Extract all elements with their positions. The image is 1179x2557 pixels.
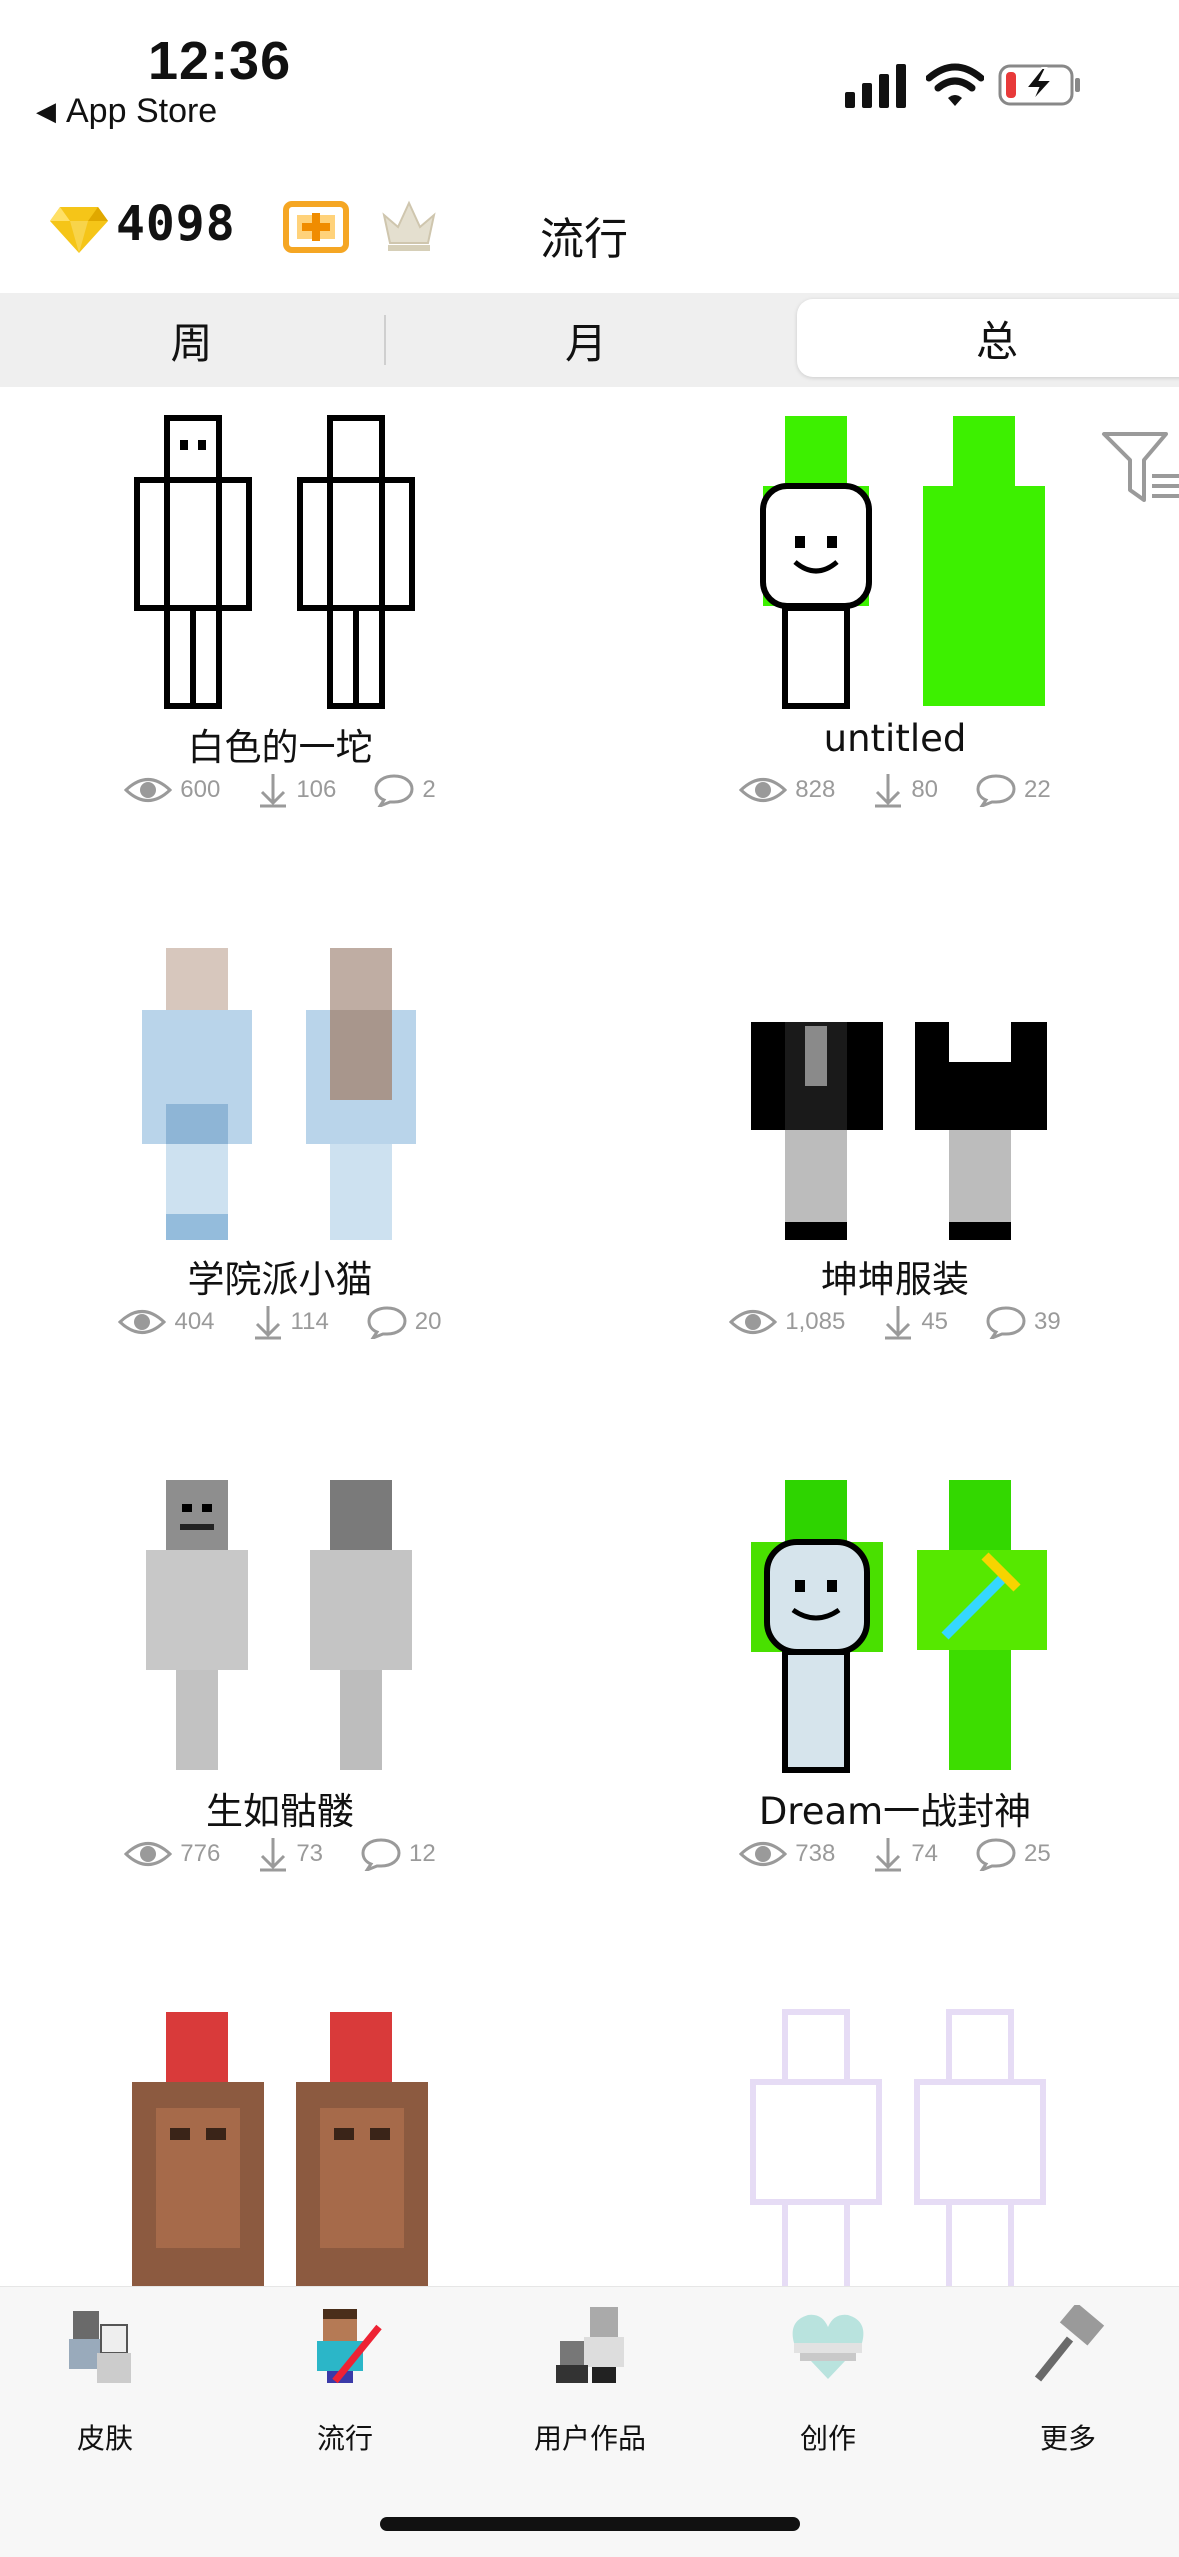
skin-preview [146,1480,412,1770]
skin-preview [134,415,415,709]
battery-charging-icon [998,64,1080,106]
nav-trending[interactable]: 流行 [245,2305,445,2475]
downloads-count: 106 [296,776,337,803]
nav-label: 流行 [316,2422,373,2455]
skin-card[interactable]: 学院派小猫 404 114 20 [30,944,530,1444]
nav-label: 用户作品 [533,2422,646,2455]
skin-card[interactable] [30,2008,530,2286]
downloads-count: 114 [290,1308,329,1335]
tab-month[interactable]: 月 [386,293,786,387]
nav-label: 更多 [1039,2422,1096,2455]
skin-preview [760,416,1045,709]
skin-stats: 828 80 22 [645,772,1145,808]
downloads-icon [258,1836,288,1872]
skin-name: Dream一战封神 [758,1790,1032,1833]
page-title: 流行 [540,214,628,265]
views-icon [124,775,172,805]
status-bar: 12:36 ◀ App Store [0,0,1179,150]
back-arrow-icon: ◀ [36,96,56,126]
heart-icon [792,2314,864,2379]
views-count: 776 [180,1840,221,1867]
views-icon [124,1839,172,1869]
views-count: 404 [174,1308,215,1335]
views-count: 1,085 [785,1308,846,1335]
nav-more[interactable]: 更多 [968,2305,1168,2475]
comments-icon [976,1837,1016,1871]
hammer-icon [1034,2305,1105,2382]
skin-card[interactable]: untitled 828 80 22 [645,412,1145,912]
home-indicator [380,2517,800,2531]
downloads-count: 45 [921,1308,949,1335]
vip-crown-icon[interactable] [380,197,438,255]
views-icon [739,775,787,805]
skin-name: untitled [823,717,967,760]
tab-week[interactable]: 周 [0,293,383,387]
views-icon [118,1307,166,1337]
add-coins-button[interactable] [283,201,349,253]
views-count: 828 [795,776,836,803]
skins-icon [69,2311,131,2383]
comments-icon [374,773,414,807]
comments-count: 20 [414,1308,442,1335]
skin-stats: 776 73 12 [30,1836,530,1872]
skin-name: 坤坤服装 [821,1258,969,1301]
user-works-icon [556,2307,624,2383]
skin-name: 生如骷髅 [206,1790,354,1833]
nav-label: 创作 [799,2422,856,2455]
comments-count: 22 [1024,776,1051,803]
skin-name: 白色的一坨 [187,726,373,769]
downloads-icon [258,772,288,808]
back-to-app-store[interactable]: ◀ App Store [36,92,217,131]
nav-skins[interactable]: 皮肤 [5,2305,205,2475]
skin-stats: 600 106 2 [30,772,530,808]
skin-preview [142,948,416,1240]
comments-icon [367,1305,407,1339]
coin-balance: 4098 [116,196,236,252]
nav-create[interactable]: 创作 [728,2305,928,2475]
downloads-count: 74 [911,1840,939,1867]
gem-icon [50,207,108,253]
downloads-count: 80 [911,776,939,803]
views-count: 600 [180,776,221,803]
nav-user-works[interactable]: 用户作品 [490,2305,690,2475]
comments-count: 12 [409,1840,436,1867]
skin-preview [132,2012,428,2286]
comments-count: 39 [1034,1308,1061,1335]
skin-card[interactable]: 坤坤服装 1,085 45 39 [645,944,1145,1444]
downloads-icon [873,1836,903,1872]
back-label: App Store [66,92,218,130]
downloads-icon [873,772,903,808]
skin-card[interactable]: 生如骷髅 776 73 12 [30,1476,530,1976]
steve-icon [317,2309,382,2384]
cellular-signal-icon [845,64,906,108]
tab-total[interactable]: 总 [797,299,1179,377]
nav-label: 皮肤 [76,2422,133,2455]
skin-card[interactable]: Dream一战封神 738 74 25 [645,1476,1145,1976]
skin-stats: 1,085 45 39 [645,1304,1145,1340]
comments-icon [976,773,1016,807]
skin-card[interactable]: 白色的一坨 600 106 2 [30,412,530,912]
downloads-icon [883,1304,913,1340]
skin-preview [750,2009,1046,2286]
downloads-icon [253,1304,283,1340]
skin-card[interactable] [645,2008,1145,2286]
views-icon [729,1307,777,1337]
period-tabs: 周 月 总 [0,293,1179,387]
views-count: 738 [795,1840,836,1867]
comments-count: 25 [1024,1840,1051,1867]
comments-icon [986,1305,1026,1339]
comments-count: 2 [422,776,436,803]
skin-stats: 404 114 20 [30,1304,530,1340]
downloads-count: 73 [296,1840,324,1867]
skin-name: 学院派小猫 [187,1258,373,1301]
skin-preview [751,1480,1047,1773]
status-time: 12:36 [148,31,292,91]
skin-preview [751,1022,1047,1240]
skin-stats: 738 74 25 [645,1836,1145,1872]
comments-icon [361,1837,401,1871]
wifi-icon [926,63,984,106]
views-icon [739,1839,787,1869]
